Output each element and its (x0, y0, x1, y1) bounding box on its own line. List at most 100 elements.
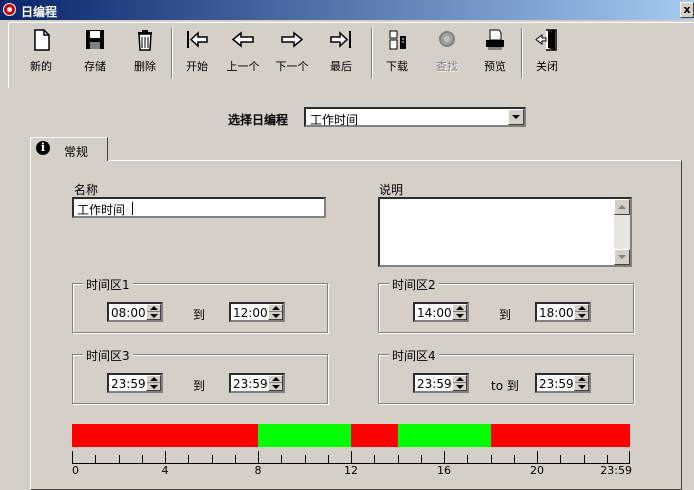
schedule-select[interactable]: 工作时间 (304, 107, 526, 127)
name-input[interactable]: 工作时间 (72, 197, 326, 218)
zone-4-end-time[interactable]: 23:59 (535, 373, 591, 393)
description-textarea[interactable] (378, 197, 632, 267)
axis-tick (211, 455, 213, 463)
axis-tick (95, 455, 97, 463)
schedule-timeline-bar (72, 424, 630, 447)
time-zone-2-group: 时间区2 14:00 到 18:00 (378, 276, 634, 333)
axis-tick (165, 451, 166, 463)
preview-label: 预览 (484, 60, 506, 73)
axis-tick (327, 455, 329, 463)
axis-tick-label: 0 (72, 464, 79, 477)
zone-4-start-value: 23:59 (417, 377, 452, 391)
axis-tick (420, 455, 422, 463)
download-icon (389, 30, 406, 50)
prev-arrow-icon (231, 31, 254, 48)
delete-label: 删除 (134, 60, 156, 73)
axis-tick (444, 451, 445, 463)
toolbar-separator (171, 28, 173, 78)
zone-1-end-time[interactable]: 12:00 (229, 302, 285, 322)
close-button[interactable]: x (680, 2, 694, 18)
axis-tick (118, 455, 120, 463)
zone-1-start-time[interactable]: 08:00 (107, 302, 163, 322)
new-file-icon (34, 29, 50, 51)
time-zone-1-group: 时间区1 08:00 到 12:00 (72, 276, 328, 333)
zone-4-start-time[interactable]: 23:59 (413, 373, 469, 393)
info-icon: i (36, 141, 50, 155)
spinner-arrows-icon[interactable] (268, 375, 283, 391)
zone-3-start-time[interactable]: 23:59 (107, 373, 163, 393)
spinner-arrows-icon[interactable] (452, 304, 467, 320)
new-label: 新的 (30, 60, 52, 73)
axis-tick-label: 23:59 (600, 464, 632, 477)
tab-label: 常规 (64, 145, 89, 159)
axis-tick (351, 451, 352, 463)
time-zone-4-group: 时间区4 23:59 to 到 23:59 (378, 347, 634, 404)
find-button[interactable]: 查找 (426, 28, 468, 78)
timeline-segment-active (258, 424, 351, 447)
scroll-up-icon[interactable] (614, 199, 630, 215)
previous-button[interactable]: 上一个 (222, 28, 264, 78)
time-zone-4-title: 时间区4 (389, 347, 439, 364)
trash-icon (138, 30, 152, 51)
description-label: 说明 (379, 183, 404, 197)
axis-tick (374, 455, 376, 463)
window-title: 日编程 (21, 5, 58, 19)
time-zone-1-title: 时间区1 (83, 276, 133, 293)
close-tool-button[interactable]: 关闭 (526, 28, 568, 78)
timeline-segment-active (397, 424, 491, 447)
last-label: 最后 (330, 60, 352, 73)
zone-4-to-label: to 到 (491, 379, 519, 393)
time-zone-3-group: 时间区3 23:59 到 23:59 (72, 347, 328, 404)
axis-tick (629, 451, 630, 463)
axis-tick (141, 455, 143, 463)
delete-button[interactable]: 删除 (124, 28, 166, 78)
toolbar-separator (371, 28, 373, 78)
spinner-arrows-icon[interactable] (146, 375, 161, 391)
next-label: 下一个 (275, 60, 309, 73)
spinner-arrows-icon[interactable] (574, 304, 589, 320)
spinner-arrows-icon[interactable] (268, 304, 283, 320)
axis-tick (560, 455, 562, 463)
axis-tick (397, 455, 399, 463)
search-icon (439, 31, 455, 47)
spinner-arrows-icon[interactable] (146, 304, 161, 320)
scroll-down-icon[interactable] (614, 249, 630, 265)
spinner-arrows-icon[interactable] (452, 375, 467, 391)
toolbar-separator (521, 28, 523, 78)
chevron-down-icon[interactable] (508, 109, 524, 125)
exit-door-icon (535, 29, 557, 51)
save-button[interactable]: 存储 (74, 28, 116, 78)
zone-3-end-time[interactable]: 23:59 (229, 373, 285, 393)
time-zone-3-title: 时间区3 (83, 347, 133, 364)
new-button[interactable]: 新的 (20, 28, 62, 78)
axis-tick (467, 455, 469, 463)
name-input-value: 工作时间 (77, 203, 126, 217)
next-button[interactable]: 下一个 (271, 28, 313, 78)
zone-1-end-value: 12:00 (233, 306, 268, 320)
app-icon[interactable] (3, 3, 16, 16)
axis-tick (537, 451, 538, 463)
last-button[interactable]: 最后 (320, 28, 362, 78)
axis-tick (513, 455, 515, 463)
axis-tick (583, 455, 585, 463)
find-label: 查找 (436, 60, 458, 73)
tab-general[interactable]: i 常规 (30, 137, 108, 161)
download-label: 下载 (386, 60, 408, 73)
save-disk-icon (86, 30, 104, 49)
axis-tick-label: 20 (530, 464, 544, 477)
first-button[interactable]: 开始 (176, 28, 218, 78)
name-label: 名称 (74, 183, 99, 197)
zone-2-start-time[interactable]: 14:00 (413, 302, 469, 322)
zone-3-end-value: 23:59 (233, 377, 268, 391)
axis-tick-label: 12 (344, 464, 358, 477)
axis-tick (258, 451, 259, 463)
timeline-segment-inactive (72, 424, 258, 447)
zone-2-end-time[interactable]: 18:00 (535, 302, 591, 322)
axis-tick-label: 8 (254, 464, 262, 477)
last-arrow-icon (330, 31, 351, 48)
preview-button[interactable]: 预览 (474, 28, 516, 78)
download-button[interactable]: 下载 (376, 28, 418, 78)
spinner-arrows-icon[interactable] (574, 375, 589, 391)
zone-1-to-label: 到 (193, 308, 206, 322)
description-scrollbar[interactable] (614, 199, 630, 265)
